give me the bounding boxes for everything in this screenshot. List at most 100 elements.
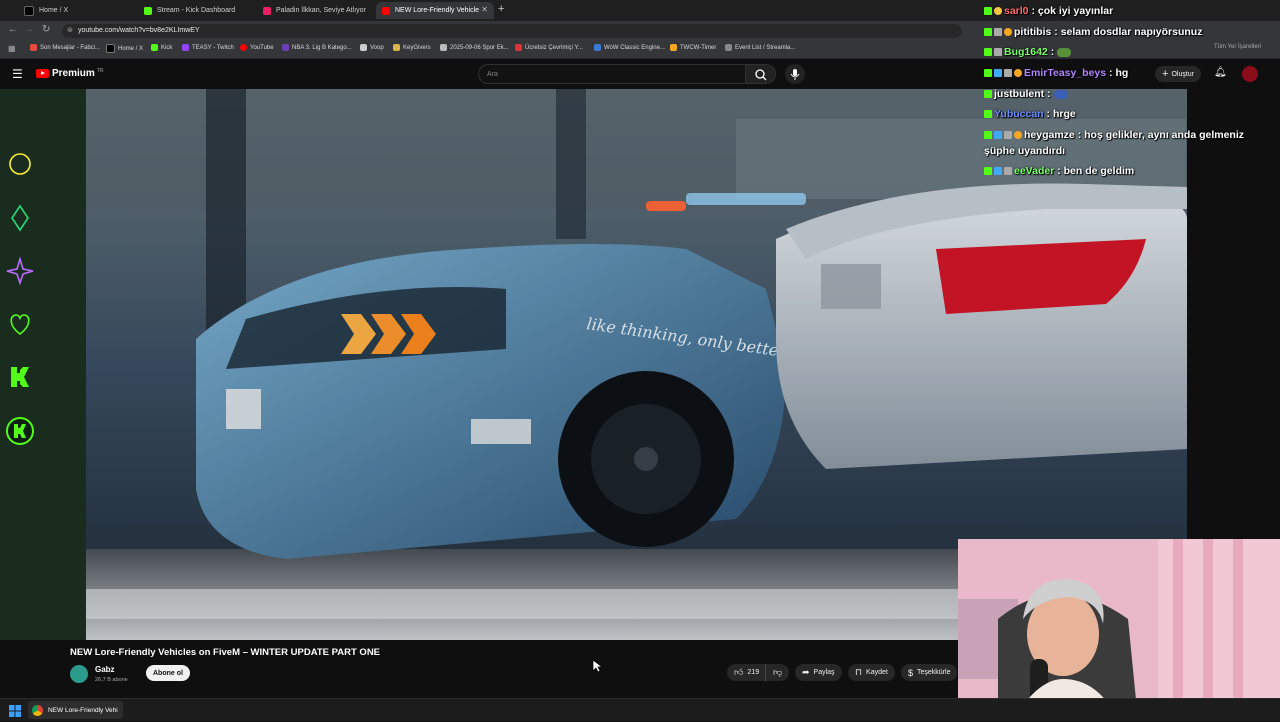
new-tab-button[interactable]: +	[498, 3, 504, 15]
bookmark-item[interactable]: Home / X	[106, 44, 143, 53]
mod-badge-icon	[994, 48, 1002, 56]
chat-username: eeVader	[1014, 165, 1055, 177]
emote-icon	[1057, 47, 1072, 57]
tab-label: Stream - Kick Dashboard	[157, 7, 236, 14]
bookmark-item[interactable]: TWCW-Timer	[670, 44, 716, 51]
bookmark-item[interactable]: 2025-09-06 Spor Ek...	[440, 44, 509, 51]
chat-username: justbulent	[994, 88, 1045, 100]
like-button[interactable]: 👍︎ 219	[727, 664, 767, 681]
bookmark-item[interactable]: Kick	[151, 44, 172, 51]
channel-name[interactable]: Gabz	[95, 665, 115, 674]
chat-message: sarl0 : çok iyi yayınlar	[984, 5, 1113, 17]
chat-text: ben de geldim	[1063, 165, 1135, 177]
menu-icon[interactable]: ☰	[12, 67, 23, 81]
youtube-icon	[382, 6, 390, 15]
chat-message: eeVader : ben de geldim	[984, 165, 1134, 177]
chrome-icon	[32, 704, 43, 716]
subscribe-button[interactable]: Abone ol	[146, 665, 190, 681]
heart-icon	[10, 314, 30, 336]
chat-message: Yubuccan : hrge	[984, 108, 1076, 120]
mod-badge-icon	[1004, 69, 1012, 77]
subscriber-count: 26,7 B abone	[95, 677, 128, 683]
share-label: Paylaş	[813, 669, 835, 676]
thanks-label: Teşekkürle	[917, 669, 951, 676]
youtube-logo[interactable]: Premium TR	[36, 68, 103, 79]
bookmark-item[interactable]: Event List / Streamla...	[725, 44, 795, 51]
country-code: TR	[96, 67, 104, 74]
search-button[interactable]	[746, 64, 776, 84]
bookmark-item[interactable]: NBA 3. Lig B Katego...	[282, 44, 352, 51]
kick-badge-icon	[984, 7, 992, 15]
dislike-button[interactable]: 👎︎	[765, 664, 790, 681]
like-count: 219	[747, 669, 760, 676]
vip-badge-icon	[994, 167, 1002, 175]
vip-badge-icon	[994, 69, 1002, 77]
thumbs-down-icon: 👎︎	[773, 667, 783, 677]
video-title: NEW Lore-Friendly Vehicles on FiveM – WI…	[70, 647, 381, 658]
chat-overlay: sarl0 : çok iyi yayınlar pititibis : sel…	[978, 0, 1280, 185]
chat-text: hrge	[1052, 108, 1076, 120]
browser-tab-youtube[interactable]: NEW Lore-Friendly Vehicle ✕	[376, 2, 494, 19]
chat-text: çok iyi yayınlar	[1037, 5, 1114, 17]
stream-icon	[263, 6, 271, 15]
kick-badge-icon	[984, 69, 992, 77]
channel-avatar[interactable]	[70, 665, 88, 683]
microphone-icon	[790, 69, 800, 80]
kick-badge-icon	[984, 28, 992, 36]
kick-badge-icon	[984, 90, 992, 98]
taskbar-window-label: NEW Lore-Friendly Vehi	[48, 706, 118, 714]
windows-start-icon[interactable]	[9, 704, 21, 717]
stream-overlay-left	[0, 89, 86, 640]
thanks-icon: $	[908, 667, 914, 678]
webcam-overlay	[958, 539, 1280, 720]
voice-search-button[interactable]	[785, 64, 805, 84]
mouse-cursor-icon	[592, 659, 602, 673]
mod-badge-icon	[1004, 131, 1012, 139]
url-field[interactable]: ⊜ youtube.com/watch?v=bv8e2KLImwEY	[62, 24, 962, 38]
bookmark-item[interactable]: Son Mesajlar - Fabci...	[30, 44, 100, 51]
search-icon	[755, 69, 767, 81]
gift-badge-icon	[1004, 28, 1012, 36]
thanks-button[interactable]: $ Teşekkürle	[901, 664, 958, 681]
site-info-icon[interactable]: ⊜	[67, 24, 73, 38]
save-button[interactable]: ⊓ Kaydet	[848, 664, 895, 681]
search-input[interactable]: Ara	[478, 64, 746, 84]
chat-text: şüphe uyandırdı	[984, 145, 1066, 157]
browser-tab-kick[interactable]: Stream - Kick Dashboard ✕	[138, 2, 276, 19]
os-taskbar: NEW Lore-Friendly Vehi	[0, 698, 1280, 721]
tab-label: Paladin İlkkan, Seviye Atlıyor	[276, 7, 366, 14]
chat-username: pititibis	[1014, 26, 1052, 38]
close-tab-icon[interactable]: ✕	[481, 5, 488, 14]
chat-text: selam dosdlar napıyörsunuz	[1060, 26, 1203, 38]
kick-logo-icon	[11, 367, 29, 387]
url-text: youtube.com/watch?v=bv8e2KLImwEY	[78, 27, 200, 34]
bookmark-item[interactable]: TEASY - Twitch	[182, 44, 234, 51]
reload-icon[interactable]: ↻	[42, 24, 50, 35]
search-placeholder: Ara	[487, 71, 498, 78]
kick-badge-icon	[984, 48, 992, 56]
sub-badge-icon	[994, 7, 1002, 15]
bookmark-item[interactable]: KeyGivers	[393, 44, 431, 51]
tab-label: Home / X	[39, 7, 69, 14]
bookmark-item[interactable]: WoW Classic Engine...	[594, 44, 665, 51]
browser-tab-paladin[interactable]: Paladin İlkkan, Seviye Atlıyor ✕	[257, 2, 395, 19]
share-button[interactable]: ➦ Paylaş	[795, 664, 842, 681]
chat-message: heygamze : hoş gelikler, aynı anda gelme…	[984, 129, 1244, 141]
overlay-icons	[6, 153, 34, 445]
forward-icon[interactable]: →	[24, 24, 34, 35]
x-icon	[24, 5, 34, 16]
gift-badge-icon	[1014, 69, 1022, 77]
taskbar-window-button[interactable]: NEW Lore-Friendly Vehi	[28, 701, 123, 719]
chat-text: hoş gelikler, aynı anda gelmeniz	[1084, 129, 1245, 141]
apps-icon[interactable]: ▦	[8, 44, 16, 53]
back-icon[interactable]: ←	[8, 24, 18, 35]
chat-username: sarl0	[1004, 5, 1029, 17]
youtube-play-icon	[36, 69, 49, 78]
bookmark-item[interactable]: YouTube	[240, 44, 274, 51]
bookmark-icon: ⊓	[855, 667, 863, 677]
browser-tab-x[interactable]: Home / X ✕	[18, 2, 156, 19]
bookmark-item[interactable]: Voop	[360, 44, 384, 51]
chat-username: heygamze	[1024, 129, 1075, 141]
bookmark-item[interactable]: Ücretsiz Çevrimiçi Y...	[515, 44, 583, 51]
share-icon: ➦	[802, 667, 810, 677]
